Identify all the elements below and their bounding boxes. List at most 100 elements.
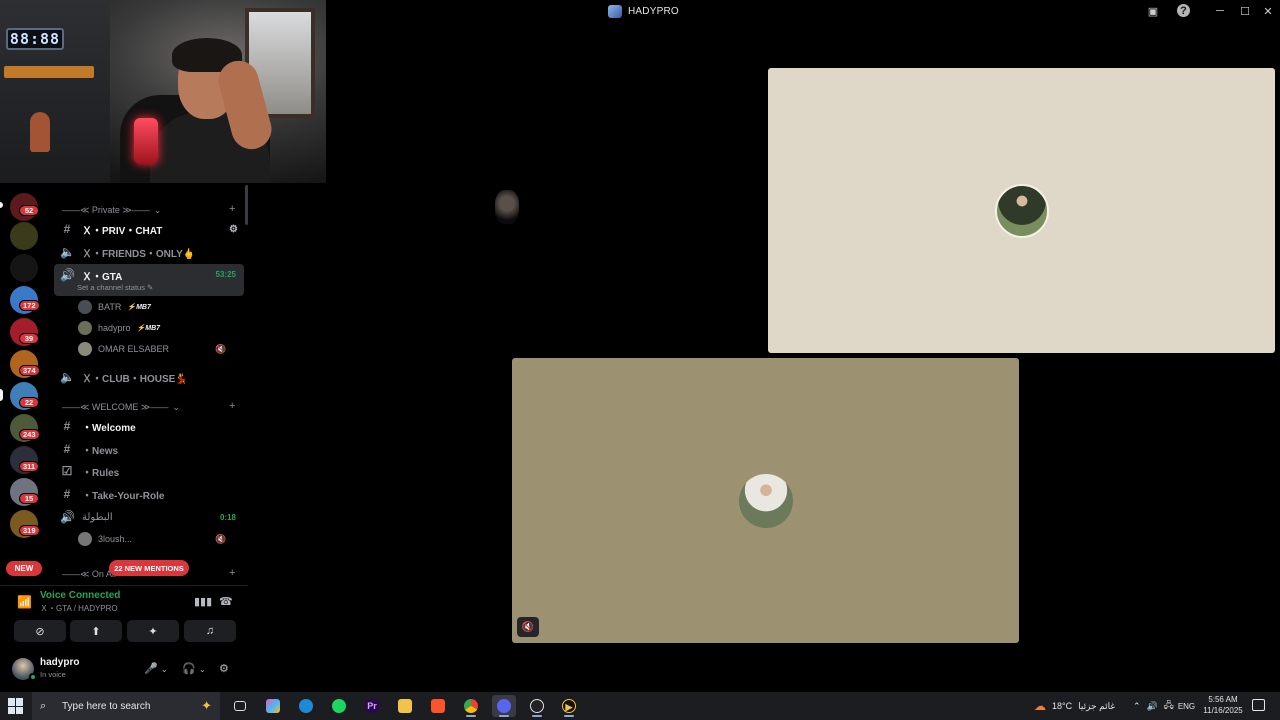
- category-label: ——≪ WELCOME ≫——: [62, 401, 169, 412]
- discord-icon[interactable]: [492, 695, 516, 717]
- channel-scrollbar[interactable]: [245, 185, 248, 225]
- disconnect-icon[interactable]: ☎: [219, 595, 233, 608]
- channel-label: ・Take-Your-Role: [82, 490, 165, 502]
- spotify-icon[interactable]: [327, 695, 351, 717]
- channel-priv-chat[interactable]: # Ｘ・PRIV・CHAT ⚙: [54, 219, 244, 239]
- system-clock[interactable]: 5:56 AM 11/16/2025: [1200, 694, 1246, 716]
- notification-center-icon[interactable]: [1252, 699, 1265, 711]
- chevron-up-icon[interactable]: ⌃: [1133, 701, 1141, 712]
- add-channel-icon[interactable]: +: [229, 400, 235, 412]
- add-channel-icon[interactable]: +: [229, 567, 235, 579]
- voice-connected-subtitle[interactable]: Ｘ・GTA / HADYPRO: [40, 603, 118, 614]
- task-view-icon[interactable]: [228, 695, 252, 717]
- clock-time: 5:56 AM: [1208, 695, 1238, 704]
- copilot-icon[interactable]: [261, 695, 285, 717]
- muted-deafened-icon: 🔇: [215, 344, 227, 354]
- edge-icon[interactable]: [294, 695, 318, 717]
- add-channel-icon[interactable]: +: [229, 203, 235, 215]
- server-badge-5: 39: [19, 333, 39, 344]
- channel-label: ・Welcome: [82, 422, 136, 434]
- app-logo-icon: [608, 4, 622, 18]
- new-unreads-pill[interactable]: NEW: [6, 561, 42, 576]
- headphones-icon[interactable]: 🎧: [182, 662, 196, 675]
- windows-start-icon[interactable]: [8, 698, 24, 714]
- settings-gear-icon[interactable]: ⚙: [219, 662, 229, 675]
- channel-settings-icon[interactable]: ⚙: [229, 224, 238, 235]
- chevron-down-icon: ⌄: [153, 204, 162, 215]
- active-pill: [0, 389, 3, 401]
- participant-tile-second[interactable]: [512, 358, 1019, 643]
- channel-club-house[interactable]: 🔈 Ｘ・CLUB・HOUSE💃: [54, 367, 244, 387]
- avatar: [78, 300, 92, 314]
- windows-taskbar: ⌕ Type here to search ✦ Pr ▶ ☁ 18°C غائم…: [0, 692, 1280, 720]
- chevron-down-icon[interactable]: ⌄: [199, 665, 206, 674]
- channel-batola[interactable]: 🔊 البطولة 0:18: [54, 507, 244, 527]
- voice-connected-title[interactable]: Voice Connected: [40, 590, 120, 601]
- chevron-down-icon[interactable]: ⌄: [161, 665, 168, 674]
- window-title-group: HADYPRO: [608, 3, 679, 19]
- microphone-icon[interactable]: 🎤: [144, 662, 158, 675]
- maximize-button[interactable]: ☐: [1235, 2, 1255, 20]
- tray-icons: ⌃ 🔊 🖧 ENG: [1133, 692, 1195, 720]
- close-button[interactable]: ✕: [1258, 2, 1278, 20]
- signal-icon[interactable]: 📶: [17, 595, 32, 609]
- member-name: OMAR ELSABER: [98, 344, 170, 354]
- channel-label: Ｘ・GTA: [82, 272, 123, 283]
- channel-news[interactable]: # ・News: [54, 439, 244, 459]
- webcam-overlay: 88:88: [0, 0, 326, 183]
- participant-tile-main[interactable]: [768, 68, 1275, 353]
- member-tag: ⚡MB7: [136, 325, 161, 332]
- noise-suppression-icon[interactable]: ▮▮▮: [194, 595, 212, 608]
- brave-icon[interactable]: [426, 695, 450, 717]
- activities-button[interactable]: ✦: [127, 620, 179, 642]
- channel-take-your-role[interactable]: # ・Take-Your-Role: [54, 484, 244, 504]
- hash-icon: #: [63, 222, 71, 236]
- speaker-icon: 🔈: [60, 245, 75, 259]
- member-name: BATR: [98, 302, 122, 312]
- rules-icon: ☑: [61, 464, 73, 478]
- category-private[interactable]: ——≪ Private ≫—— ⌄: [62, 203, 161, 217]
- speaker-icon: 🔈: [60, 370, 75, 384]
- file-explorer-icon[interactable]: [393, 695, 417, 717]
- network-icon[interactable]: 🖧: [1164, 698, 1174, 714]
- voice-member[interactable]: hadypro ⚡MB7: [78, 319, 160, 337]
- server-icon-2[interactable]: [10, 222, 38, 250]
- help-icon[interactable]: ?: [1177, 4, 1190, 17]
- server-badge-10: 15: [19, 493, 39, 504]
- channel-friends-only[interactable]: 🔈 Ｘ・FRIENDS・ONLY🖕: [54, 242, 244, 262]
- volume-icon[interactable]: 🔊: [1147, 701, 1158, 712]
- server-badge-7: 22: [19, 397, 39, 408]
- search-highlight-icon: ✦: [201, 698, 212, 713]
- server-badge-11: 319: [19, 525, 40, 536]
- username[interactable]: hadypro: [40, 657, 79, 668]
- screen-share-button[interactable]: ⬆: [70, 620, 122, 642]
- hash-icon: #: [63, 487, 71, 501]
- channel-label: Ｘ・CLUB・HOUSE💃: [82, 373, 188, 385]
- soundboard-button[interactable]: ♫: [184, 620, 236, 642]
- camera-off-button[interactable]: ⊘: [14, 620, 66, 642]
- window-title: HADYPRO: [628, 5, 679, 17]
- channel-status-hint[interactable]: Set a channel status ✎: [77, 283, 153, 292]
- minimize-button[interactable]: ─: [1210, 2, 1230, 20]
- voice-member[interactable]: 3loush...: [78, 530, 132, 548]
- channel-label: ・Rules: [82, 467, 120, 479]
- new-mentions-pill[interactable]: 22 NEW MENTIONS: [109, 560, 189, 576]
- chrome-icon[interactable]: [459, 695, 483, 717]
- language-indicator[interactable]: ENG: [1178, 702, 1195, 711]
- voice-member[interactable]: OMAR ELSABER: [78, 340, 169, 358]
- category-welcome[interactable]: ——≪ WELCOME ≫—— ⌄: [62, 400, 180, 414]
- server-badge-8: 243: [19, 429, 40, 440]
- voice-member[interactable]: BATR ⚡MB7: [78, 298, 151, 316]
- obs-icon[interactable]: [525, 695, 549, 717]
- weather-widget[interactable]: ☁ 18°C غائم جزئيا: [1034, 692, 1115, 720]
- channel-welcome[interactable]: # ・Welcome: [54, 416, 244, 436]
- premiere-icon[interactable]: Pr: [360, 695, 384, 717]
- media-player-icon[interactable]: ▶: [557, 695, 581, 717]
- channel-rules[interactable]: ☑ ・Rules: [54, 461, 244, 481]
- hash-icon: #: [63, 442, 71, 456]
- taskbar-search[interactable]: ⌕ Type here to search ✦: [32, 692, 220, 720]
- webcam-shelf: [4, 66, 94, 78]
- inbox-icon[interactable]: ▣: [1145, 3, 1161, 19]
- participant-avatar-small[interactable]: [495, 190, 519, 224]
- server-icon-3[interactable]: [10, 254, 38, 282]
